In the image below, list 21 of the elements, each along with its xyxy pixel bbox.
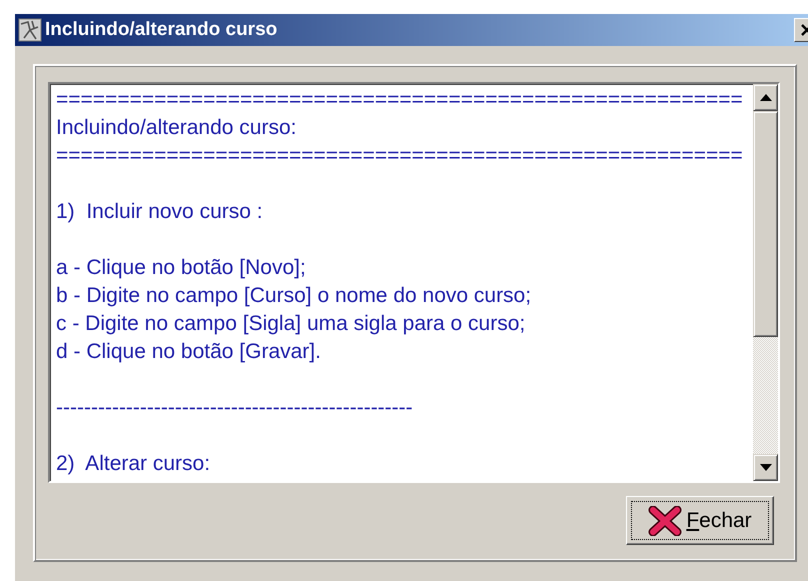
- help-text-line: ========================================================: [56, 87, 744, 113]
- close-dialog-button[interactable]: Fechar: [626, 496, 774, 545]
- help-text-line: Incluindo/alterando curso:: [56, 115, 298, 141]
- help-text-line: b - Digite no campo [Curso] o nome do novo curso;: [56, 283, 532, 309]
- help-text-line: ========================================================: [56, 143, 744, 169]
- scroll-up-button[interactable]: [753, 84, 778, 111]
- cross-icon: [648, 506, 682, 536]
- help-text-line: a - Clique no botão [Novo];: [56, 255, 307, 281]
- help-text-line: ---------------------------------------------------: [56, 395, 414, 421]
- help-text-line: d - Clique no botão [Gravar].: [56, 339, 322, 365]
- vertical-scrollbar[interactable]: [753, 84, 778, 481]
- help-text-line: 2) Alterar curso:: [56, 451, 212, 477]
- scrollbar-thumb[interactable]: [753, 111, 778, 337]
- help-text-line: c - Digite no campo [Sigla] uma sigla para o curso;: [56, 311, 526, 337]
- down-arrow-icon: [760, 464, 772, 471]
- window-title: Incluindo/alterando curso: [45, 19, 278, 41]
- help-text-line: 1) Incluir novo curso :: [56, 199, 264, 225]
- button-label: Fechar: [686, 508, 752, 532]
- up-arrow-icon: [760, 94, 772, 101]
- help-text-area[interactable]: [48, 82, 780, 483]
- scroll-down-button[interactable]: [753, 454, 778, 481]
